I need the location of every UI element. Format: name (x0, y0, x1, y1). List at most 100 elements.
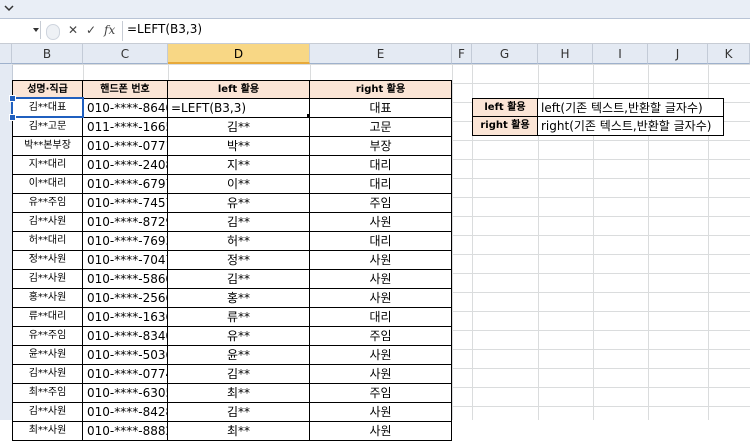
column-header-h[interactable]: H (538, 44, 593, 64)
table-cell-left[interactable]: 이** (168, 175, 310, 194)
side-desc-right[interactable]: right(기존 텍스트,반환할 글자수) (538, 117, 724, 136)
table-cell-right[interactable]: 사원 (310, 289, 452, 308)
table-cell-right[interactable]: 대리 (310, 232, 452, 251)
table-cell-right[interactable]: 대리 (310, 308, 452, 327)
column-header-k[interactable]: K (708, 44, 750, 64)
table-cell-left[interactable]: 유** (168, 194, 310, 213)
formula-bar-grip[interactable] (46, 24, 60, 40)
header-phone[interactable]: 핸드폰 번호 (83, 80, 168, 99)
selection-handle-top-left[interactable] (9, 95, 16, 102)
table-cell-phone[interactable]: 010-****-5860 (83, 270, 168, 289)
table-cell-left[interactable]: 박** (168, 137, 310, 156)
table-cell-right[interactable]: 사원 (310, 365, 452, 384)
table-cell-name[interactable]: 박**본부장 (12, 137, 83, 156)
table-cell-name[interactable]: 홍**사원 (12, 289, 83, 308)
column-header-b[interactable]: B (12, 44, 83, 64)
cancel-icon[interactable]: ✕ (68, 23, 78, 37)
column-header-g[interactable]: G (472, 44, 538, 64)
table-cell-right[interactable]: 주임 (310, 384, 452, 403)
table-cell-phone[interactable]: 010-****-7693 (83, 232, 168, 251)
table-cell-right[interactable]: 사원 (310, 403, 452, 422)
table-cell-left[interactable]: 홍** (168, 289, 310, 308)
side-label-left[interactable]: left 활용 (472, 98, 538, 117)
table-cell-left[interactable]: 김** (168, 213, 310, 232)
fill-handle[interactable] (307, 114, 310, 117)
table-cell-name[interactable]: 류**대리 (12, 308, 83, 327)
table-cell-name[interactable]: 정**사원 (12, 251, 83, 270)
table-cell-name[interactable]: 지**대리 (12, 156, 83, 175)
side-desc-left[interactable]: left(기존 텍스트,반환할 글자수) (538, 98, 724, 117)
table-cell-name[interactable]: 유**주임 (12, 327, 83, 346)
table-cell-left[interactable]: 최** (168, 384, 310, 403)
table-cell-name[interactable]: 김**사원 (12, 365, 83, 384)
table-cell-name[interactable]: 김**고문 (12, 118, 83, 137)
table-cell-right[interactable]: 사원 (310, 251, 452, 270)
table-cell-left[interactable]: 김** (168, 270, 310, 289)
enter-icon[interactable]: ✓ (86, 23, 96, 37)
table-cell-name[interactable]: 윤**사원 (12, 346, 83, 365)
table-cell-phone[interactable]: 010-****-7047 (83, 251, 168, 270)
table-cell-phone[interactable]: 010-****-8640 (83, 99, 168, 118)
table-cell-left[interactable]: 윤** (168, 346, 310, 365)
selection-handle-bottom-left[interactable] (9, 114, 16, 121)
column-header-j[interactable]: J (648, 44, 708, 64)
table-cell-left[interactable]: 김** (168, 365, 310, 384)
table-cell-name[interactable]: 최**주임 (12, 384, 83, 403)
table-cell-left[interactable]: 지** (168, 156, 310, 175)
table-cell-name[interactable]: 최**사원 (12, 422, 83, 441)
table-cell-left[interactable]: 유** (168, 327, 310, 346)
name-box-dropdown-icon[interactable] (33, 28, 39, 32)
side-label-right[interactable]: right 활용 (472, 117, 538, 136)
table-cell-phone[interactable]: 010-****-6305 (83, 384, 168, 403)
table-cell-left[interactable]: 김** (168, 403, 310, 422)
table-cell-name[interactable]: 이**대리 (12, 175, 83, 194)
table-cell-phone[interactable]: 010-****-2566 (83, 289, 168, 308)
table-cell-left[interactable]: 허** (168, 232, 310, 251)
table-cell-name[interactable]: 유**주임 (12, 194, 83, 213)
table-cell-phone[interactable]: 010-****-5036 (83, 346, 168, 365)
name-box[interactable] (0, 21, 41, 39)
header-right-usage[interactable]: right 활용 (310, 80, 452, 99)
table-cell-phone[interactable]: 011-****-1665 (83, 118, 168, 137)
column-header-i[interactable]: I (593, 44, 648, 64)
chevron-down-icon[interactable] (4, 3, 14, 13)
column-header-e[interactable]: E (310, 44, 452, 64)
table-cell-phone[interactable]: 010-****-8729 (83, 213, 168, 232)
table-cell-right[interactable]: 사원 (310, 346, 452, 365)
table-cell-left[interactable]: 김** (168, 118, 310, 137)
table-cell-right[interactable]: 부장 (310, 137, 452, 156)
table-cell-name[interactable]: 허**대리 (12, 232, 83, 251)
table-cell-left[interactable]: 정** (168, 251, 310, 270)
table-cell-phone[interactable]: 010-****-2408 (83, 156, 168, 175)
table-cell-phone[interactable]: 010-****-8882 (83, 422, 168, 441)
table-cell-right[interactable]: 대리 (310, 156, 452, 175)
table-cell-right[interactable]: 주임 (310, 327, 452, 346)
column-header-c[interactable]: C (83, 44, 168, 64)
select-all-corner[interactable] (0, 44, 12, 64)
table-cell-name[interactable]: 김**사원 (12, 403, 83, 422)
table-cell-right[interactable]: 사원 (310, 422, 452, 441)
table-cell-left[interactable]: 최** (168, 422, 310, 441)
table-cell-phone[interactable]: 010-****-1636 (83, 308, 168, 327)
table-cell-phone[interactable]: 010-****-0774 (83, 365, 168, 384)
table-cell-right[interactable]: 주임 (310, 194, 452, 213)
function-icon[interactable]: fx (104, 23, 115, 37)
table-cell-phone[interactable]: 010-****-0771 (83, 137, 168, 156)
table-cell-left[interactable]: =LEFT(B3,3) (168, 99, 310, 118)
table-cell-name[interactable]: 김**사원 (12, 270, 83, 289)
column-header-f[interactable]: F (452, 44, 472, 64)
table-cell-phone[interactable]: 010-****-7457 (83, 194, 168, 213)
table-cell-right[interactable]: 사원 (310, 213, 452, 232)
column-header-d[interactable]: D (168, 44, 310, 64)
table-cell-phone[interactable]: 010-****-8340 (83, 327, 168, 346)
table-cell-right[interactable]: 사원 (310, 270, 452, 289)
table-cell-phone[interactable]: 010-****-8428 (83, 403, 168, 422)
header-left-usage[interactable]: left 활용 (168, 80, 310, 99)
table-cell-phone[interactable]: 010-****-6797 (83, 175, 168, 194)
table-cell-left[interactable]: 류** (168, 308, 310, 327)
table-cell-right[interactable]: 대표 (310, 99, 452, 118)
table-cell-right[interactable]: 대리 (310, 175, 452, 194)
formula-input[interactable]: =LEFT(B3,3) (127, 22, 202, 36)
table-cell-right[interactable]: 고문 (310, 118, 452, 137)
table-cell-name[interactable]: 김**사원 (12, 213, 83, 232)
